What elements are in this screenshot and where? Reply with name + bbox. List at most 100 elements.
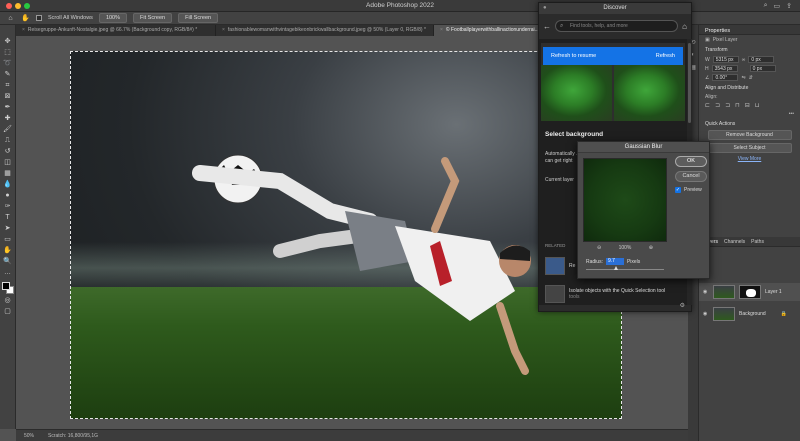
radius-slider-thumb[interactable] <box>614 266 618 270</box>
pen-tool-icon[interactable]: ✑ <box>3 202 13 211</box>
healing-brush-tool-icon[interactable]: ✚ <box>3 114 13 123</box>
align-section-title[interactable]: Align and Distribute <box>705 85 794 91</box>
related-item[interactable]: Isolate objects with the Quick Selection… <box>545 283 683 305</box>
gradient-tool-icon[interactable]: ▦ <box>3 169 13 178</box>
eyedropper-tool-icon[interactable]: ✒ <box>3 103 13 112</box>
align-top-icon[interactable]: ⊓ <box>735 102 740 109</box>
transform-section-title[interactable]: Transform <box>705 47 794 53</box>
select-subject-button[interactable]: Select Subject <box>707 143 792 153</box>
status-bar: 50% Scratch: 16,800/95,1G <box>16 429 698 441</box>
parrot-preview-image: Refresh to resume Refresh <box>541 43 685 121</box>
scroll-all-windows-checkbox[interactable] <box>36 15 42 21</box>
align-bottom-icon[interactable]: ⊔ <box>755 102 760 109</box>
crop-tool-icon[interactable]: ⌗ <box>3 81 13 90</box>
eye-icon[interactable]: ◉ <box>703 311 709 317</box>
path-selection-tool-icon[interactable]: ➤ <box>3 224 13 233</box>
flip-horizontal-icon[interactable]: ⇋ <box>741 75 745 81</box>
blur-preview[interactable] <box>583 158 667 242</box>
layer-row[interactable]: ◉ Background 🔒 <box>699 305 800 323</box>
more-tools-icon[interactable]: … <box>3 268 13 277</box>
angle-icon: ∠ <box>705 74 710 81</box>
more-options-icon[interactable]: ••• <box>789 111 794 117</box>
ok-button[interactable]: OK <box>675 156 707 167</box>
align-middle-icon[interactable]: ⊟ <box>745 102 750 109</box>
align-right-icon[interactable]: ⊐ <box>725 102 730 109</box>
preview-checkbox[interactable]: ✓ <box>675 187 681 193</box>
home-icon[interactable]: ⌂ <box>682 22 687 31</box>
move-tool-icon[interactable]: ✥ <box>3 37 13 46</box>
align-center-h-icon[interactable]: ⊐ <box>715 102 720 109</box>
close-icon[interactable]: ● <box>543 3 547 14</box>
share-icon[interactable]: ⇪ <box>786 2 792 10</box>
lasso-tool-icon[interactable]: ➰ <box>3 59 13 68</box>
foreground-color-swatch[interactable] <box>1 282 10 290</box>
zoom-in-icon[interactable]: ⊕ <box>649 245 653 251</box>
close-icon[interactable]: × <box>22 25 25 36</box>
scroll-all-windows-label: Scroll All Windows <box>48 15 93 21</box>
type-tool-icon[interactable]: T <box>3 213 13 222</box>
hand-tool-icon[interactable]: ✋ <box>3 246 13 255</box>
rectangle-tool-icon[interactable]: ▭ <box>3 235 13 244</box>
quick-selection-tool-icon[interactable]: ✎ <box>3 70 13 79</box>
tab-paths[interactable]: Paths <box>751 237 764 246</box>
radius-slider[interactable] <box>586 269 664 270</box>
workspace-icon[interactable]: ▭ <box>774 2 781 10</box>
close-icon[interactable]: × <box>222 25 225 36</box>
history-brush-tool-icon[interactable]: ↺ <box>3 147 13 156</box>
y-field[interactable]: 0 px <box>749 65 776 72</box>
layer-mask-thumbnail[interactable] <box>739 285 761 299</box>
zoom-100-button[interactable]: 100% <box>98 13 128 23</box>
gear-icon[interactable]: ⚙ <box>680 302 685 309</box>
status-doc-info[interactable]: Scratch: 16,800/95,1G <box>48 433 98 439</box>
search-icon[interactable]: ⌕ <box>764 2 768 10</box>
properties-header: Properties <box>699 25 800 35</box>
refresh-button[interactable]: Refresh <box>656 53 675 59</box>
radius-unit: Pixels <box>626 258 641 265</box>
eraser-tool-icon[interactable]: ◫ <box>3 158 13 167</box>
zoom-level: 100% <box>618 245 632 251</box>
dodge-tool-icon[interactable]: ● <box>3 191 13 200</box>
radius-label: Radius: <box>586 258 603 265</box>
align-left-icon[interactable]: ⊏ <box>705 102 710 109</box>
tab-document-1[interactable]: × Reisegruppe-Ankunft-Nostalgie.jpeg @ 66… <box>16 25 216 36</box>
preview-label: Preview <box>684 187 702 193</box>
link-icon[interactable]: ∞ <box>742 57 746 63</box>
brush-tool-icon[interactable]: 🖌 <box>3 125 13 134</box>
discover-search-input[interactable]: ⌕ Find tools, help, and more <box>555 20 679 32</box>
hand-tool-icon[interactable]: ✋ <box>21 14 30 23</box>
align-label: Align: <box>705 94 718 100</box>
tab-document-2[interactable]: × fashionablewomanwithvintagebikeonbrickw… <box>216 25 434 36</box>
marquee-tool-icon[interactable]: ⬚ <box>3 48 13 57</box>
tools-panel: ✥ ⬚ ➰ ✎ ⌗ ⊠ ✒ ✚ 🖌 ⎍ ↺ ◫ ▦ 💧 ● ✑ T ➤ ▭ ✋ … <box>0 25 16 429</box>
status-zoom[interactable]: 50% <box>24 433 34 439</box>
screen-mode-icon[interactable]: ▢ <box>3 307 13 316</box>
back-arrow-icon[interactable]: ← <box>543 22 551 31</box>
view-more-link[interactable]: View More <box>705 156 794 162</box>
fill-screen-button[interactable]: Fill Screen <box>178 13 219 23</box>
fit-screen-button[interactable]: Fit Screen <box>133 13 173 23</box>
radius-input[interactable]: 9.7 <box>605 258 624 265</box>
quick-mask-icon[interactable]: ◎ <box>3 296 13 305</box>
height-field[interactable]: 3543 px <box>711 65 738 72</box>
tab-channels[interactable]: Channels <box>724 237 745 246</box>
flip-vertical-icon[interactable]: ⇵ <box>749 75 753 81</box>
search-icon: ⌕ <box>560 23 564 29</box>
color-swatches[interactable] <box>1 282 14 294</box>
cancel-button[interactable]: Cancel <box>675 171 707 182</box>
zoom-tool-icon[interactable]: 🔍 <box>3 257 13 266</box>
angle-field[interactable]: 0.00° <box>712 74 739 81</box>
close-icon[interactable]: × <box>440 25 443 36</box>
width-field[interactable]: 5315 px <box>712 56 739 63</box>
blur-tool-icon[interactable]: 💧 <box>3 180 13 189</box>
quick-actions-title[interactable]: Quick Actions <box>705 121 794 127</box>
remove-background-button[interactable]: Remove Background <box>707 130 792 140</box>
clone-stamp-tool-icon[interactable]: ⎍ <box>3 136 13 145</box>
x-field[interactable]: 0 px <box>748 56 775 63</box>
lock-icon[interactable]: 🔒 <box>781 311 787 317</box>
layer-thumbnail <box>713 285 735 299</box>
eye-icon[interactable]: ◉ <box>703 289 709 295</box>
zoom-out-icon[interactable]: ⊖ <box>597 245 601 251</box>
frame-tool-icon[interactable]: ⊠ <box>3 92 13 101</box>
home-icon[interactable]: ⌂ <box>6 14 15 23</box>
layer-row[interactable]: ◉ Layer 1 <box>699 283 800 301</box>
